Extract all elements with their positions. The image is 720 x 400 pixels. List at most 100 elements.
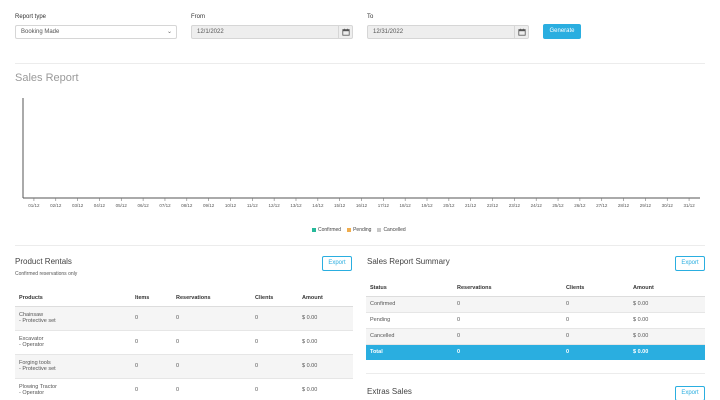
clients-cell: 0 xyxy=(251,377,298,400)
clients-cell: 0 xyxy=(562,343,629,360)
x-tick-label: 26/12 xyxy=(574,203,586,208)
x-tick-label: 07/12 xyxy=(159,203,171,208)
export-summary-button[interactable]: Export xyxy=(675,256,705,271)
clients-cell: 0 xyxy=(251,305,298,330)
report-type-label: Report type xyxy=(15,14,47,20)
table-row: Confirmed 0 0 $ 0.00 xyxy=(366,295,705,312)
items-cell: 0 xyxy=(131,377,172,400)
calendar-icon[interactable] xyxy=(338,25,352,39)
extras-title: Extras Sales xyxy=(367,387,412,396)
from-date-field[interactable]: 12/1/2022 xyxy=(191,25,353,39)
x-tick-label: 23/12 xyxy=(509,203,521,208)
reservations-cell: 0 xyxy=(172,353,251,378)
x-tick-label: 29/12 xyxy=(640,203,652,208)
amount-cell: $ 0.00 xyxy=(298,305,353,330)
page-title: Sales Report xyxy=(15,72,79,84)
summary-table: Status Reservations Clients Amount Confi… xyxy=(366,280,705,360)
clients-cell: 0 xyxy=(562,295,629,312)
report-type-value: Booking Made xyxy=(21,29,60,35)
divider xyxy=(366,373,705,374)
calendar-icon[interactable] xyxy=(514,25,528,39)
x-tick-label: 05/12 xyxy=(116,203,128,208)
table-row: Chainsaw - Protective set 0 0 0 $ 0.00 xyxy=(15,305,353,330)
col-header: Reservations xyxy=(453,280,562,297)
product-rentals-note: Confirmed reservations only xyxy=(15,271,78,277)
legend-item-confirmed: Confirmed xyxy=(312,227,341,233)
x-tick-label: 02/12 xyxy=(50,203,62,208)
x-tick-label: 04/12 xyxy=(94,203,106,208)
reservations-cell: 0 xyxy=(172,305,251,330)
status-cell: Total xyxy=(366,343,453,360)
amount-cell: $ 0.00 xyxy=(298,377,353,400)
amount-cell: $ 0.00 xyxy=(629,311,705,328)
reservations-cell: 0 xyxy=(453,327,562,344)
amount-cell: $ 0.00 xyxy=(298,353,353,378)
x-tick-label: 22/12 xyxy=(487,203,499,208)
x-tick-label: 12/12 xyxy=(269,203,281,208)
product-cell: Forging tools - Protective set xyxy=(15,353,131,378)
report-type-select[interactable]: Booking Made ⌄ xyxy=(15,25,177,39)
from-label: From xyxy=(191,14,205,20)
from-date-value: 12/1/2022 xyxy=(197,29,224,35)
to-date-value: 12/31/2022 xyxy=(373,29,404,35)
x-tick-label: 25/12 xyxy=(552,203,564,208)
chart-legend: Confirmed Pending Cancelled xyxy=(312,227,406,233)
export-rentals-button[interactable]: Export xyxy=(322,256,352,271)
clients-cell: 0 xyxy=(562,311,629,328)
chevron-down-icon: ⌄ xyxy=(166,29,172,35)
x-tick-label: 08/12 xyxy=(181,203,193,208)
export-extras-button[interactable]: Export xyxy=(675,386,705,400)
to-label: To xyxy=(367,14,374,20)
x-tick-label: 01/12 xyxy=(28,203,40,208)
reservations-cell: 0 xyxy=(453,343,562,360)
amount-cell: $ 0.00 xyxy=(629,295,705,312)
x-tick-label: 28/12 xyxy=(618,203,630,208)
table-row: Pending 0 0 $ 0.00 xyxy=(366,311,705,328)
divider xyxy=(15,245,705,246)
x-tick-label: 19/12 xyxy=(421,203,433,208)
col-header: Amount xyxy=(298,290,353,307)
amount-cell: $ 0.00 xyxy=(629,343,705,360)
col-header: Items xyxy=(131,290,172,307)
reservations-cell: 0 xyxy=(453,295,562,312)
x-tick-label: 06/12 xyxy=(137,203,149,208)
status-cell: Cancelled xyxy=(366,327,453,344)
generate-button[interactable]: Generate xyxy=(543,24,581,39)
product-rentals-table: Products Items Reservations Clients Amou… xyxy=(15,290,353,400)
table-row: Cancelled 0 0 $ 0.00 xyxy=(366,327,705,344)
x-tick-label: 11/12 xyxy=(247,203,258,208)
product-cell: Plowing Tractor - Operator xyxy=(15,377,131,400)
x-tick-label: 09/12 xyxy=(203,203,215,208)
items-cell: 0 xyxy=(131,329,172,354)
x-tick-label: 31/12 xyxy=(683,203,695,208)
x-tick-label: 30/12 xyxy=(662,203,674,208)
x-tick-label: 16/12 xyxy=(356,203,368,208)
x-tick-label: 18/12 xyxy=(400,203,412,208)
x-tick-label: 03/12 xyxy=(72,203,84,208)
summary-title: Sales Report Summary xyxy=(367,257,450,266)
x-tick-label: 21/12 xyxy=(465,203,477,208)
product-cell: Excavator - Operator xyxy=(15,329,131,354)
col-header: Products xyxy=(15,290,131,307)
clients-cell: 0 xyxy=(251,329,298,354)
sales-chart: 01/12 02/12 03/12 04/12 05/12 06/12 07/12 08/12… xyxy=(22,98,700,208)
items-cell: 0 xyxy=(131,305,172,330)
x-tick-label: 14/12 xyxy=(312,203,324,208)
x-tick-label: 17/12 xyxy=(378,203,390,208)
x-tick-label: 13/12 xyxy=(290,203,302,208)
reservations-cell: 0 xyxy=(453,311,562,328)
table-row: Plowing Tractor - Operator 0 0 0 $ 0.00 xyxy=(15,377,353,400)
divider xyxy=(15,63,705,64)
x-tick-label: 20/12 xyxy=(443,203,455,208)
col-header: Reservations xyxy=(172,290,251,307)
table-row: Excavator - Operator 0 0 0 $ 0.00 xyxy=(15,329,353,354)
col-header: Clients xyxy=(562,280,629,297)
col-header: Amount xyxy=(629,280,705,297)
to-date-field[interactable]: 12/31/2022 xyxy=(367,25,529,39)
reservations-cell: 0 xyxy=(172,377,251,400)
x-tick-label: 15/12 xyxy=(334,203,346,208)
table-row: Forging tools - Protective set 0 0 0 $ 0.… xyxy=(15,353,353,378)
x-tick-label: 24/12 xyxy=(531,203,543,208)
legend-item-cancelled: Cancelled xyxy=(377,227,406,233)
items-cell: 0 xyxy=(131,353,172,378)
